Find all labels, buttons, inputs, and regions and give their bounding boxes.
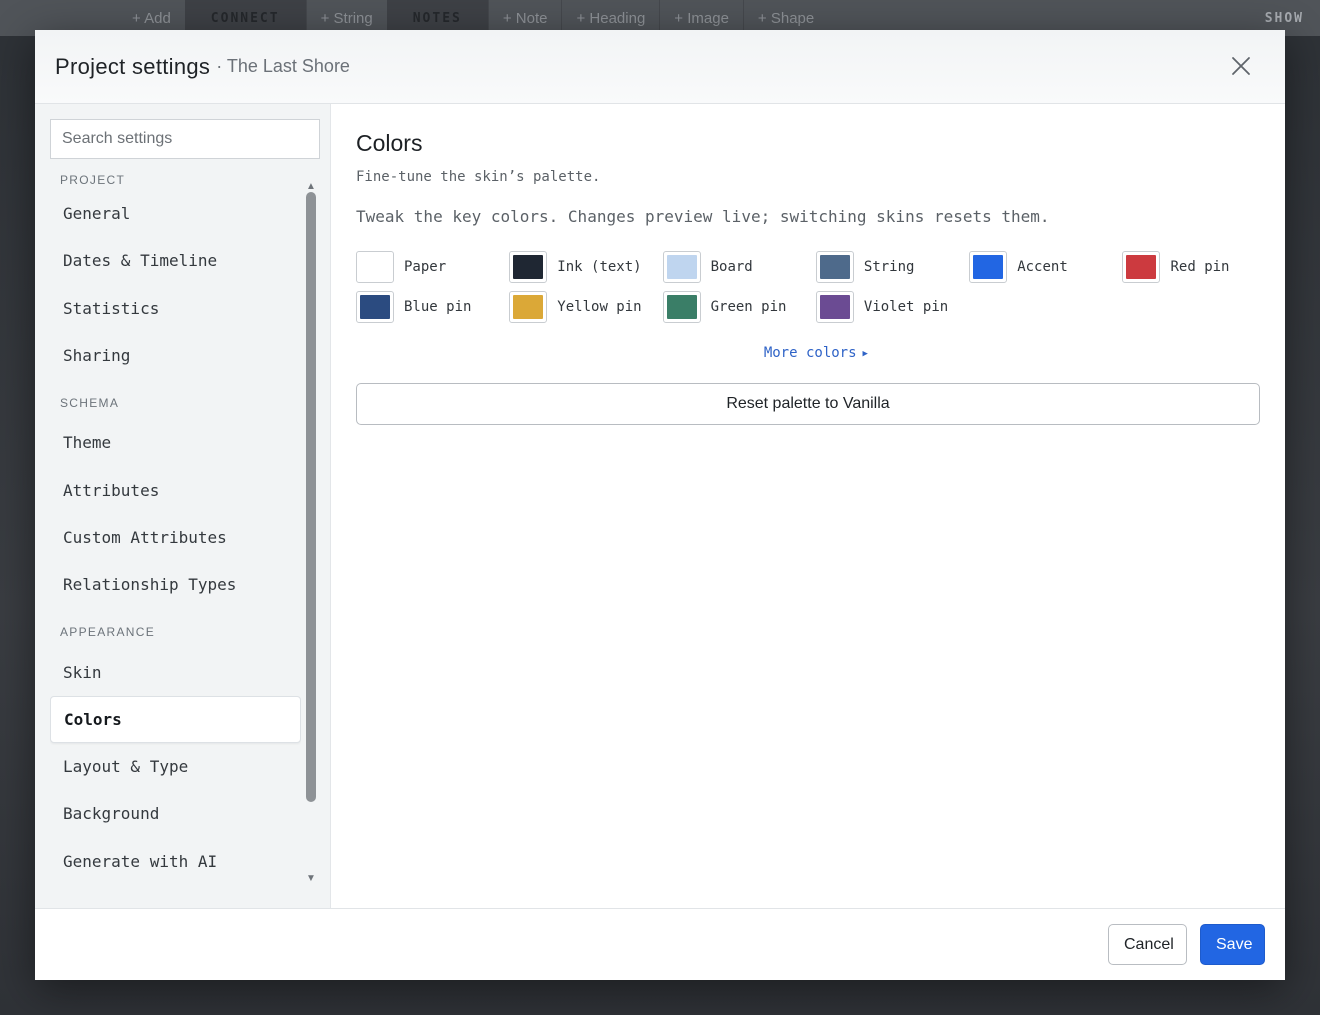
settings-sidebar: PROJECT General Dates & Timeline Statist… xyxy=(35,104,331,908)
color-swatch-item[interactable]: Accent xyxy=(969,250,1122,284)
color-swatch-label: Board xyxy=(710,259,753,275)
color-swatch-item[interactable]: Violet pin xyxy=(815,290,969,324)
nav-item-layout-type[interactable]: Layout & Type xyxy=(50,743,301,790)
nav-section-appearance: APPEARANCE xyxy=(60,625,156,640)
color-swatch-item[interactable]: Green pin xyxy=(662,290,816,324)
cancel-button[interactable]: Cancel xyxy=(1108,924,1187,965)
modal-footer: Cancel Save xyxy=(35,908,1285,980)
nav-item-background[interactable]: Background xyxy=(50,790,301,837)
section-title: Colors xyxy=(356,130,423,156)
modal-subtitle: · The Last Shore xyxy=(216,56,350,76)
color-swatch-label: Paper xyxy=(404,259,447,275)
color-swatch-fill xyxy=(513,255,544,279)
more-colors-label: More colors xyxy=(763,345,857,361)
triangle-right-icon: ▶ xyxy=(862,349,868,359)
color-swatch-label: Blue pin xyxy=(404,299,472,315)
nav-item-general[interactable]: General xyxy=(50,190,301,237)
color-swatch-label: Accent xyxy=(1017,259,1068,275)
color-swatch-item[interactable]: String xyxy=(815,250,969,284)
sidebar-scrollbar[interactable]: ▲ ▼ xyxy=(303,170,319,892)
color-swatch[interactable] xyxy=(509,291,548,323)
close-icon[interactable] xyxy=(1227,52,1255,80)
color-swatch-label: String xyxy=(863,259,915,275)
nav-item-sharing[interactable]: Sharing xyxy=(50,332,301,379)
color-swatch-fill xyxy=(666,295,697,319)
color-swatch-item[interactable]: Board xyxy=(662,250,816,284)
color-swatch-fill xyxy=(360,255,390,279)
color-swatch-fill xyxy=(360,295,390,319)
search-settings-input[interactable] xyxy=(50,119,320,159)
color-swatch-item[interactable]: Yellow pin xyxy=(509,290,662,324)
color-swatch[interactable] xyxy=(356,291,394,323)
color-swatch-grid: Paper Ink (text) Board String Accent Red pin B… xyxy=(356,250,1276,324)
color-swatch-fill xyxy=(666,255,697,279)
nav-item-skin[interactable]: Skin xyxy=(50,648,301,695)
color-swatch-label: Yellow pin xyxy=(557,299,642,315)
color-swatch-fill xyxy=(819,255,850,279)
settings-content: Colors Fine-tune the skin’s palette. Twe… xyxy=(331,104,1301,908)
color-swatch[interactable] xyxy=(1122,251,1161,283)
reset-palette-button[interactable]: Reset palette to Vanilla xyxy=(356,383,1260,425)
color-swatch-item[interactable]: Ink (text) xyxy=(509,250,662,284)
scrollbar-thumb[interactable] xyxy=(306,192,316,802)
color-swatch[interactable] xyxy=(356,251,394,283)
color-swatch-label: Green pin xyxy=(710,299,787,315)
color-swatch-fill xyxy=(973,255,1004,279)
color-swatch-item[interactable]: Paper xyxy=(356,250,509,284)
color-swatch-fill xyxy=(513,295,544,319)
nav-section-project: PROJECT xyxy=(60,173,126,187)
color-swatch-label: Ink (text) xyxy=(557,259,642,275)
nav-item-dates-timeline[interactable]: Dates & Timeline xyxy=(50,237,301,284)
color-swatch-label: Red pin xyxy=(1170,259,1230,275)
nav-item-attributes[interactable]: Attributes xyxy=(50,466,301,513)
section-description: Fine-tune the skin’s palette. xyxy=(356,169,601,185)
color-swatch[interactable] xyxy=(815,291,854,323)
color-swatch[interactable] xyxy=(815,251,854,283)
settings-modal: Project settings · The Last Shore PROJEC… xyxy=(35,30,1285,980)
modal-title: Project settings xyxy=(55,53,211,79)
color-swatch[interactable] xyxy=(969,251,1008,283)
save-button[interactable]: Save xyxy=(1200,924,1265,965)
color-swatch[interactable] xyxy=(509,251,548,283)
settings-nav: PROJECT General Dates & Timeline Statist… xyxy=(50,166,301,892)
section-note: Tweak the key colors. Changes preview li… xyxy=(356,207,1050,226)
color-swatch[interactable] xyxy=(662,251,701,283)
color-swatch-fill xyxy=(1126,255,1157,279)
color-swatch-label: Violet pin xyxy=(863,299,949,315)
nav-item-custom-attributes[interactable]: Custom Attributes xyxy=(50,514,301,561)
nav-item-generate-ai[interactable]: Generate with AI xyxy=(50,838,301,885)
modal-header: Project settings · The Last Shore xyxy=(35,30,1285,104)
color-swatch-item[interactable]: Red pin xyxy=(1122,250,1275,284)
nav-item-relationship-types[interactable]: Relationship Types xyxy=(50,561,301,608)
scroll-down-icon[interactable]: ▼ xyxy=(303,870,319,886)
modal-body: PROJECT General Dates & Timeline Statist… xyxy=(35,104,1285,908)
more-colors-link[interactable]: More colors ▶ xyxy=(356,345,1276,361)
color-swatch[interactable] xyxy=(662,291,701,323)
nav-item-statistics[interactable]: Statistics xyxy=(50,285,301,332)
nav-section-schema: SCHEMA xyxy=(60,396,120,411)
nav-item-colors[interactable]: Colors xyxy=(50,695,301,743)
nav-item-theme[interactable]: Theme xyxy=(50,419,301,466)
color-swatch-item[interactable]: Blue pin xyxy=(356,290,509,324)
color-swatch-fill xyxy=(819,295,850,319)
